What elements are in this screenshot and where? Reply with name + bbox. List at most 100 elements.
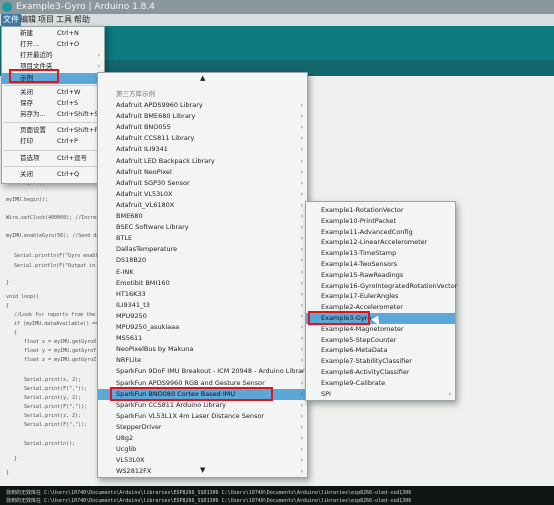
examples-menu-item[interactable]: Adafruit APDS9960 Library › <box>98 100 307 111</box>
menu-item-save-as[interactable]: 另存为... Ctrl+Shift+S <box>2 109 104 120</box>
examples-menu-item[interactable]: SparkFun CCS811 Arduino Library › <box>98 400 307 411</box>
chevron-right-icon: › <box>300 235 303 243</box>
menu-item-page-setup[interactable]: 页面设置 Ctrl+Shift+P <box>2 125 104 136</box>
examples-menu-item[interactable]: SparkFun 9DoF IMU Breakout - ICM 20948 -… <box>98 366 309 377</box>
chevron-right-icon: › <box>300 213 303 220</box>
chevron-right-icon: › <box>300 301 303 309</box>
examples-menu-item[interactable]: MPU9250 › <box>98 311 307 322</box>
examples-menu-item[interactable]: StepperDriver › <box>98 422 307 433</box>
menu-item-save[interactable]: 保存 Ctrl+S <box>2 98 104 109</box>
examples-menu-item[interactable]: SparkFun BNO080 Cortex Based IMU › <box>98 388 307 400</box>
chevron-right-icon: › <box>300 257 303 265</box>
code-line: Serial.print(z, 2); <box>24 413 82 419</box>
chevron-right-icon: › <box>300 335 303 343</box>
console-line: 找到的无效库在 C:\Users\10740\Documents\Arduino… <box>6 490 412 496</box>
examples-menu-item[interactable]: Adafruit VL53L0X › <box>98 189 307 200</box>
menu-sketch[interactable]: 项目 <box>38 14 54 26</box>
bno080-example-item[interactable]: Example6-MetaData <box>306 345 455 356</box>
examples-menu-item[interactable]: Adafruit ILI9341 › <box>98 144 307 155</box>
menu-help[interactable]: 帮助 <box>74 14 90 26</box>
examples-menu-item[interactable]: DallasTemperature › <box>98 244 307 255</box>
bno080-example-item[interactable]: Example2-Accelerometer <box>306 302 455 313</box>
examples-menu-item[interactable]: SparkFun VL53L1X 4m Laser Distance Senso… <box>98 411 307 422</box>
menu-item-open-recent[interactable]: 打开最近的 › <box>2 50 104 61</box>
arduino-ide-window: Example3-Gyro | Arduino 1.8.4 文件 编辑 项目 工… <box>0 0 554 505</box>
chevron-right-icon: › <box>300 279 303 287</box>
bno080-example-item[interactable]: Example14-TwoSensors <box>306 259 455 270</box>
code-line: { <box>6 303 10 309</box>
code-line: void loop() <box>6 294 40 300</box>
menu-item-preferences[interactable]: 首选项 Ctrl+逗号 <box>2 153 104 164</box>
bno080-example-item[interactable]: Example5-StepCounter <box>306 335 455 346</box>
examples-menu-item[interactable]: Adafruit SGP30 Sensor › <box>98 178 307 189</box>
code-line: Serial.print(F(",")); <box>24 422 88 428</box>
chevron-right-icon: › <box>300 346 303 354</box>
examples-menu-item[interactable]: Adafruit BME680 Library › <box>98 111 307 122</box>
bno080-example-item[interactable]: Example13-TimeStamp <box>306 248 455 259</box>
examples-menu-item[interactable]: U8g2 › <box>98 433 307 444</box>
examples-menu-item[interactable]: BSEC Software Library › <box>98 222 307 233</box>
examples-menu-item[interactable]: VL53L0X › <box>98 455 307 466</box>
examples-menu-item[interactable]: MPU9250_asukiaaa › <box>98 322 307 333</box>
examples-header: 第三方库示例 <box>116 90 155 98</box>
bno080-example-item[interactable]: Example7-StabilityClassifier <box>306 356 455 367</box>
examples-menu-item[interactable]: DS18B20 › <box>98 255 307 266</box>
chevron-right-icon: › <box>300 135 303 143</box>
bno080-example-item[interactable]: Example4-Magnetometer <box>306 324 455 335</box>
bno080-example-item[interactable]: Example11-AdvancedConfig <box>306 227 455 238</box>
examples-menu-item[interactable]: Adafruit CCS811 Library › <box>98 133 307 144</box>
examples-menu-item[interactable]: Adafruit_VL6180X › <box>98 200 307 211</box>
chevron-right-icon: › <box>300 457 303 465</box>
chevron-right-icon: › <box>300 168 303 176</box>
bno080-example-item[interactable]: Example15-RawReadings <box>306 270 455 281</box>
examples-menu-item[interactable]: Emotibit BMI160 › <box>98 278 307 289</box>
menu-item-sketchbook[interactable]: 项目文件夹 › <box>2 61 104 72</box>
scroll-up-icon[interactable]: ▲ <box>200 74 205 82</box>
menu-item-print[interactable]: 打印 Ctrl+P <box>2 136 104 147</box>
menu-file[interactable]: 文件 <box>1 14 21 26</box>
bno080-example-item[interactable]: Example1-RotationVector <box>306 205 455 216</box>
chevron-right-icon: › <box>300 312 303 320</box>
examples-menu-item[interactable]: HT16K33 › <box>98 289 307 300</box>
examples-menu-item[interactable]: MS5611 › <box>98 333 307 344</box>
examples-menu-item[interactable]: BTLE › <box>98 233 307 244</box>
scroll-down-icon[interactable]: ▼ <box>200 466 205 474</box>
chevron-right-icon: › <box>300 146 303 154</box>
chevron-right-icon: › <box>300 468 303 476</box>
menu-divider <box>4 122 102 123</box>
code-line: float z = myIMU.getGyroZ(); <box>24 357 106 363</box>
examples-menu: ▲ 第三方库示例 Adafruit APDS9960 Library › Adafr… <box>97 72 309 478</box>
examples-menu-item[interactable]: Adafruit NeoPixel › <box>98 167 307 178</box>
chevron-right-icon: › <box>300 423 303 431</box>
chevron-right-icon: › <box>300 157 303 165</box>
examples-menu-item[interactable]: SparkFun APDS9960 RGB and Gesture Sensor… <box>98 378 307 389</box>
bno080-example-item[interactable]: Example16-GyroIntegratedRotationVector <box>306 281 457 292</box>
bno080-example-item[interactable]: Example12-LinearAccelerometer <box>306 237 455 248</box>
examples-menu-item[interactable]: NRFLite › <box>98 355 307 366</box>
examples-menu-item[interactable]: ILI9341_t3 › <box>98 300 307 311</box>
bno080-example-item[interactable]: Example10-PrintPacket <box>306 216 455 227</box>
menu-item-examples[interactable]: 示例› <box>2 73 104 84</box>
bno080-example-item[interactable]: Example17-EulerAngles <box>306 291 455 302</box>
bno080-example-item[interactable]: Example9-Calibrate <box>306 378 455 389</box>
menu-item-new[interactable]: 新建 Ctrl+N <box>2 28 104 39</box>
code-line: Serial.println(); <box>24 441 76 447</box>
chevron-right-icon: › <box>300 324 303 331</box>
menu-tools[interactable]: 工具 <box>56 14 72 26</box>
examples-menu-item[interactable]: Adafruit LED Backpack Library › <box>98 156 307 167</box>
chevron-right-icon: › <box>300 113 303 121</box>
menu-item-close[interactable]: 关闭 Ctrl+W <box>2 87 104 98</box>
bno080-example-item[interactable]: SPI › <box>306 389 455 400</box>
examples-menu-item[interactable]: Ucglib › <box>98 444 307 455</box>
menu-item-open[interactable]: 打开... Ctrl+O <box>2 39 104 50</box>
menu-edit[interactable]: 编辑 <box>20 14 36 26</box>
bno080-example-item[interactable]: Example8-ActivityClassifier <box>306 367 455 378</box>
examples-menu-item[interactable]: NeoPixelBus by Makuna › <box>98 344 307 355</box>
examples-menu-item[interactable]: Adafruit BNO055 › <box>98 122 307 133</box>
window-title: Example3-Gyro | Arduino 1.8.4 <box>16 2 155 12</box>
menu-item-quit[interactable]: 关闭 Ctrl+Q <box>2 169 104 180</box>
examples-menu-item[interactable]: BME680 › <box>98 211 307 222</box>
code-line: Serial.print(y, 2); <box>24 395 82 401</box>
arduino-icon <box>2 2 12 12</box>
examples-menu-item[interactable]: E-INK › <box>98 267 307 278</box>
